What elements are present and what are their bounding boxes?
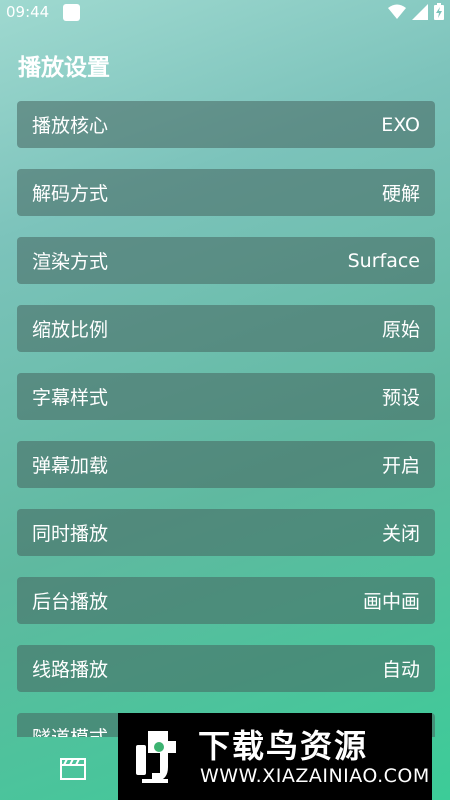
signal-icon — [412, 3, 428, 20]
setting-value: Surface — [347, 249, 420, 272]
wifi-icon — [388, 4, 406, 19]
setting-row-player-core[interactable]: 播放核心 EXO — [17, 101, 435, 148]
status-time: 09:44 — [6, 3, 50, 21]
setting-label: 缩放比例 — [32, 319, 109, 341]
setting-value: 自动 — [381, 659, 420, 681]
setting-value: 画中画 — [362, 591, 420, 613]
setting-value: 原始 — [381, 319, 420, 341]
watermark-banner: 下载鸟资源 WWW.XIAZAINIAO.COM — [118, 713, 432, 800]
setting-label: 渲染方式 — [32, 251, 109, 273]
setting-row-subtitle-style[interactable]: 字幕样式 预设 — [17, 373, 435, 420]
notification-icon — [63, 4, 80, 21]
setting-label: 后台播放 — [32, 591, 109, 613]
watermark-title: 下载鸟资源 — [198, 727, 369, 765]
setting-value: 开启 — [381, 455, 420, 477]
setting-value: 硬解 — [381, 183, 420, 205]
setting-row-render-mode[interactable]: 渲染方式 Surface — [17, 237, 435, 284]
setting-label: 解码方式 — [32, 183, 109, 205]
setting-row-route-play[interactable]: 线路播放 自动 — [17, 645, 435, 692]
setting-label: 同时播放 — [32, 523, 109, 545]
settings-list: 播放核心 EXO 解码方式 硬解 渲染方式 Surface 缩放比例 原始 字幕… — [17, 101, 435, 737]
setting-label: 播放核心 — [32, 115, 109, 137]
status-bar: 09:44 — [0, 0, 450, 24]
setting-row-scale[interactable]: 缩放比例 原始 — [17, 305, 435, 352]
setting-value: 关闭 — [381, 523, 420, 545]
setting-value: 预设 — [381, 387, 420, 409]
setting-label: 线路播放 — [32, 659, 109, 681]
setting-value: EXO — [381, 113, 420, 136]
setting-label: 隧道模式 — [32, 723, 108, 737]
setting-label: 弹幕加载 — [32, 455, 109, 477]
setting-label: 字幕样式 — [32, 387, 109, 409]
battery-charging-icon — [434, 3, 444, 20]
clapperboard-icon[interactable] — [60, 758, 86, 780]
page-title: 播放设置 — [18, 55, 110, 81]
bird-logo-icon — [136, 731, 176, 783]
setting-row-simultaneous-play[interactable]: 同时播放 关闭 — [17, 509, 435, 556]
setting-row-danmaku[interactable]: 弹幕加载 开启 — [17, 441, 435, 488]
setting-row-decode-mode[interactable]: 解码方式 硬解 — [17, 169, 435, 216]
setting-row-background-play[interactable]: 后台播放 画中画 — [17, 577, 435, 624]
watermark-url: WWW.XIAZAINIAO.COM — [200, 765, 430, 787]
